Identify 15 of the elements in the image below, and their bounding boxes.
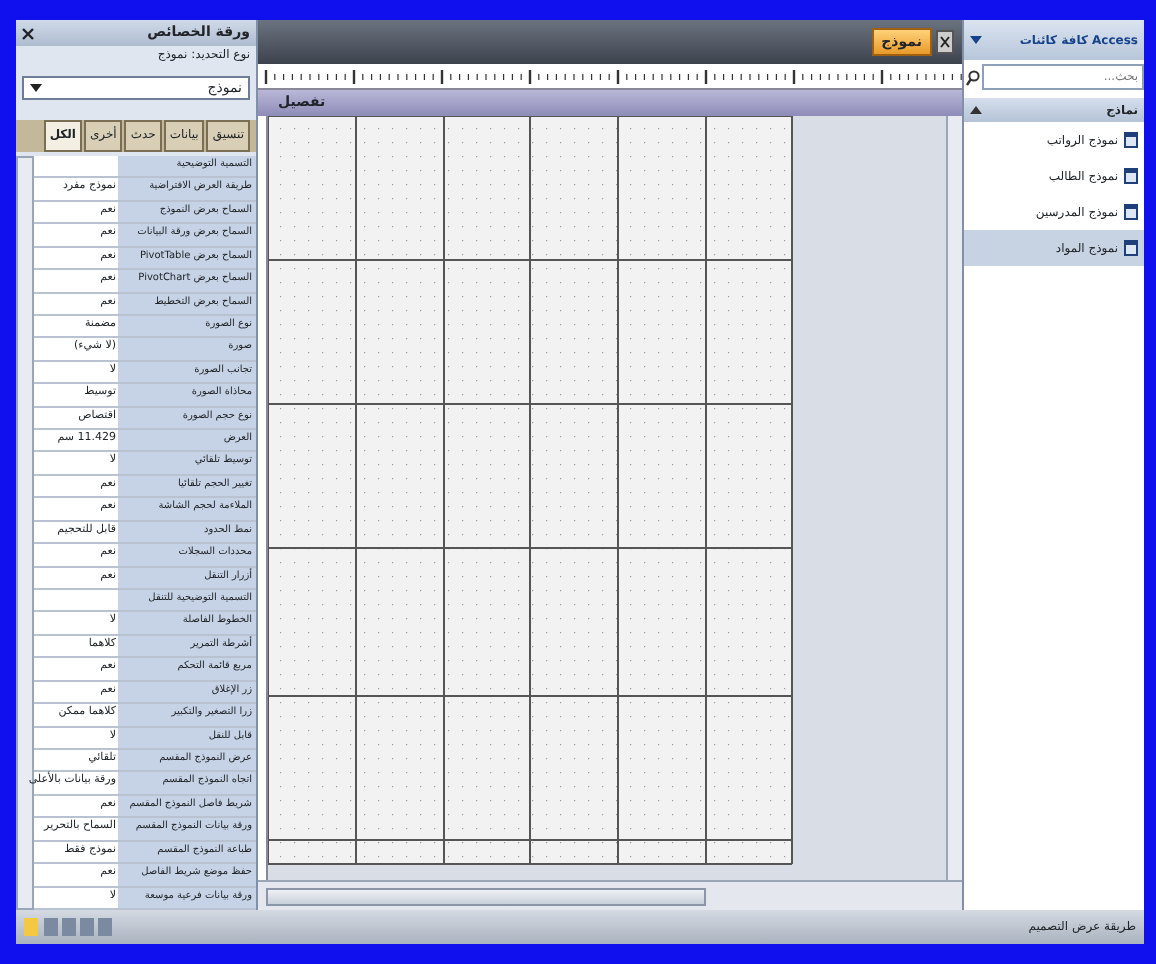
scrollbar[interactable]: [258, 880, 962, 910]
form-icon: [1124, 132, 1138, 148]
collapse-icon[interactable]: [970, 106, 982, 114]
caret-icon: [30, 84, 42, 92]
property-value[interactable]: [34, 156, 118, 177]
dropdown-icon[interactable]: [970, 36, 982, 44]
view-buttons[interactable]: [24, 918, 116, 936]
close-icon[interactable]: [936, 30, 954, 54]
form-icon: [1124, 204, 1138, 220]
property-value[interactable]: [34, 590, 118, 611]
search-icon: [966, 69, 980, 85]
close-icon[interactable]: [22, 27, 34, 39]
scrollbar[interactable]: [946, 116, 962, 880]
form-icon: [1124, 240, 1138, 256]
form-icon: [1124, 168, 1138, 184]
